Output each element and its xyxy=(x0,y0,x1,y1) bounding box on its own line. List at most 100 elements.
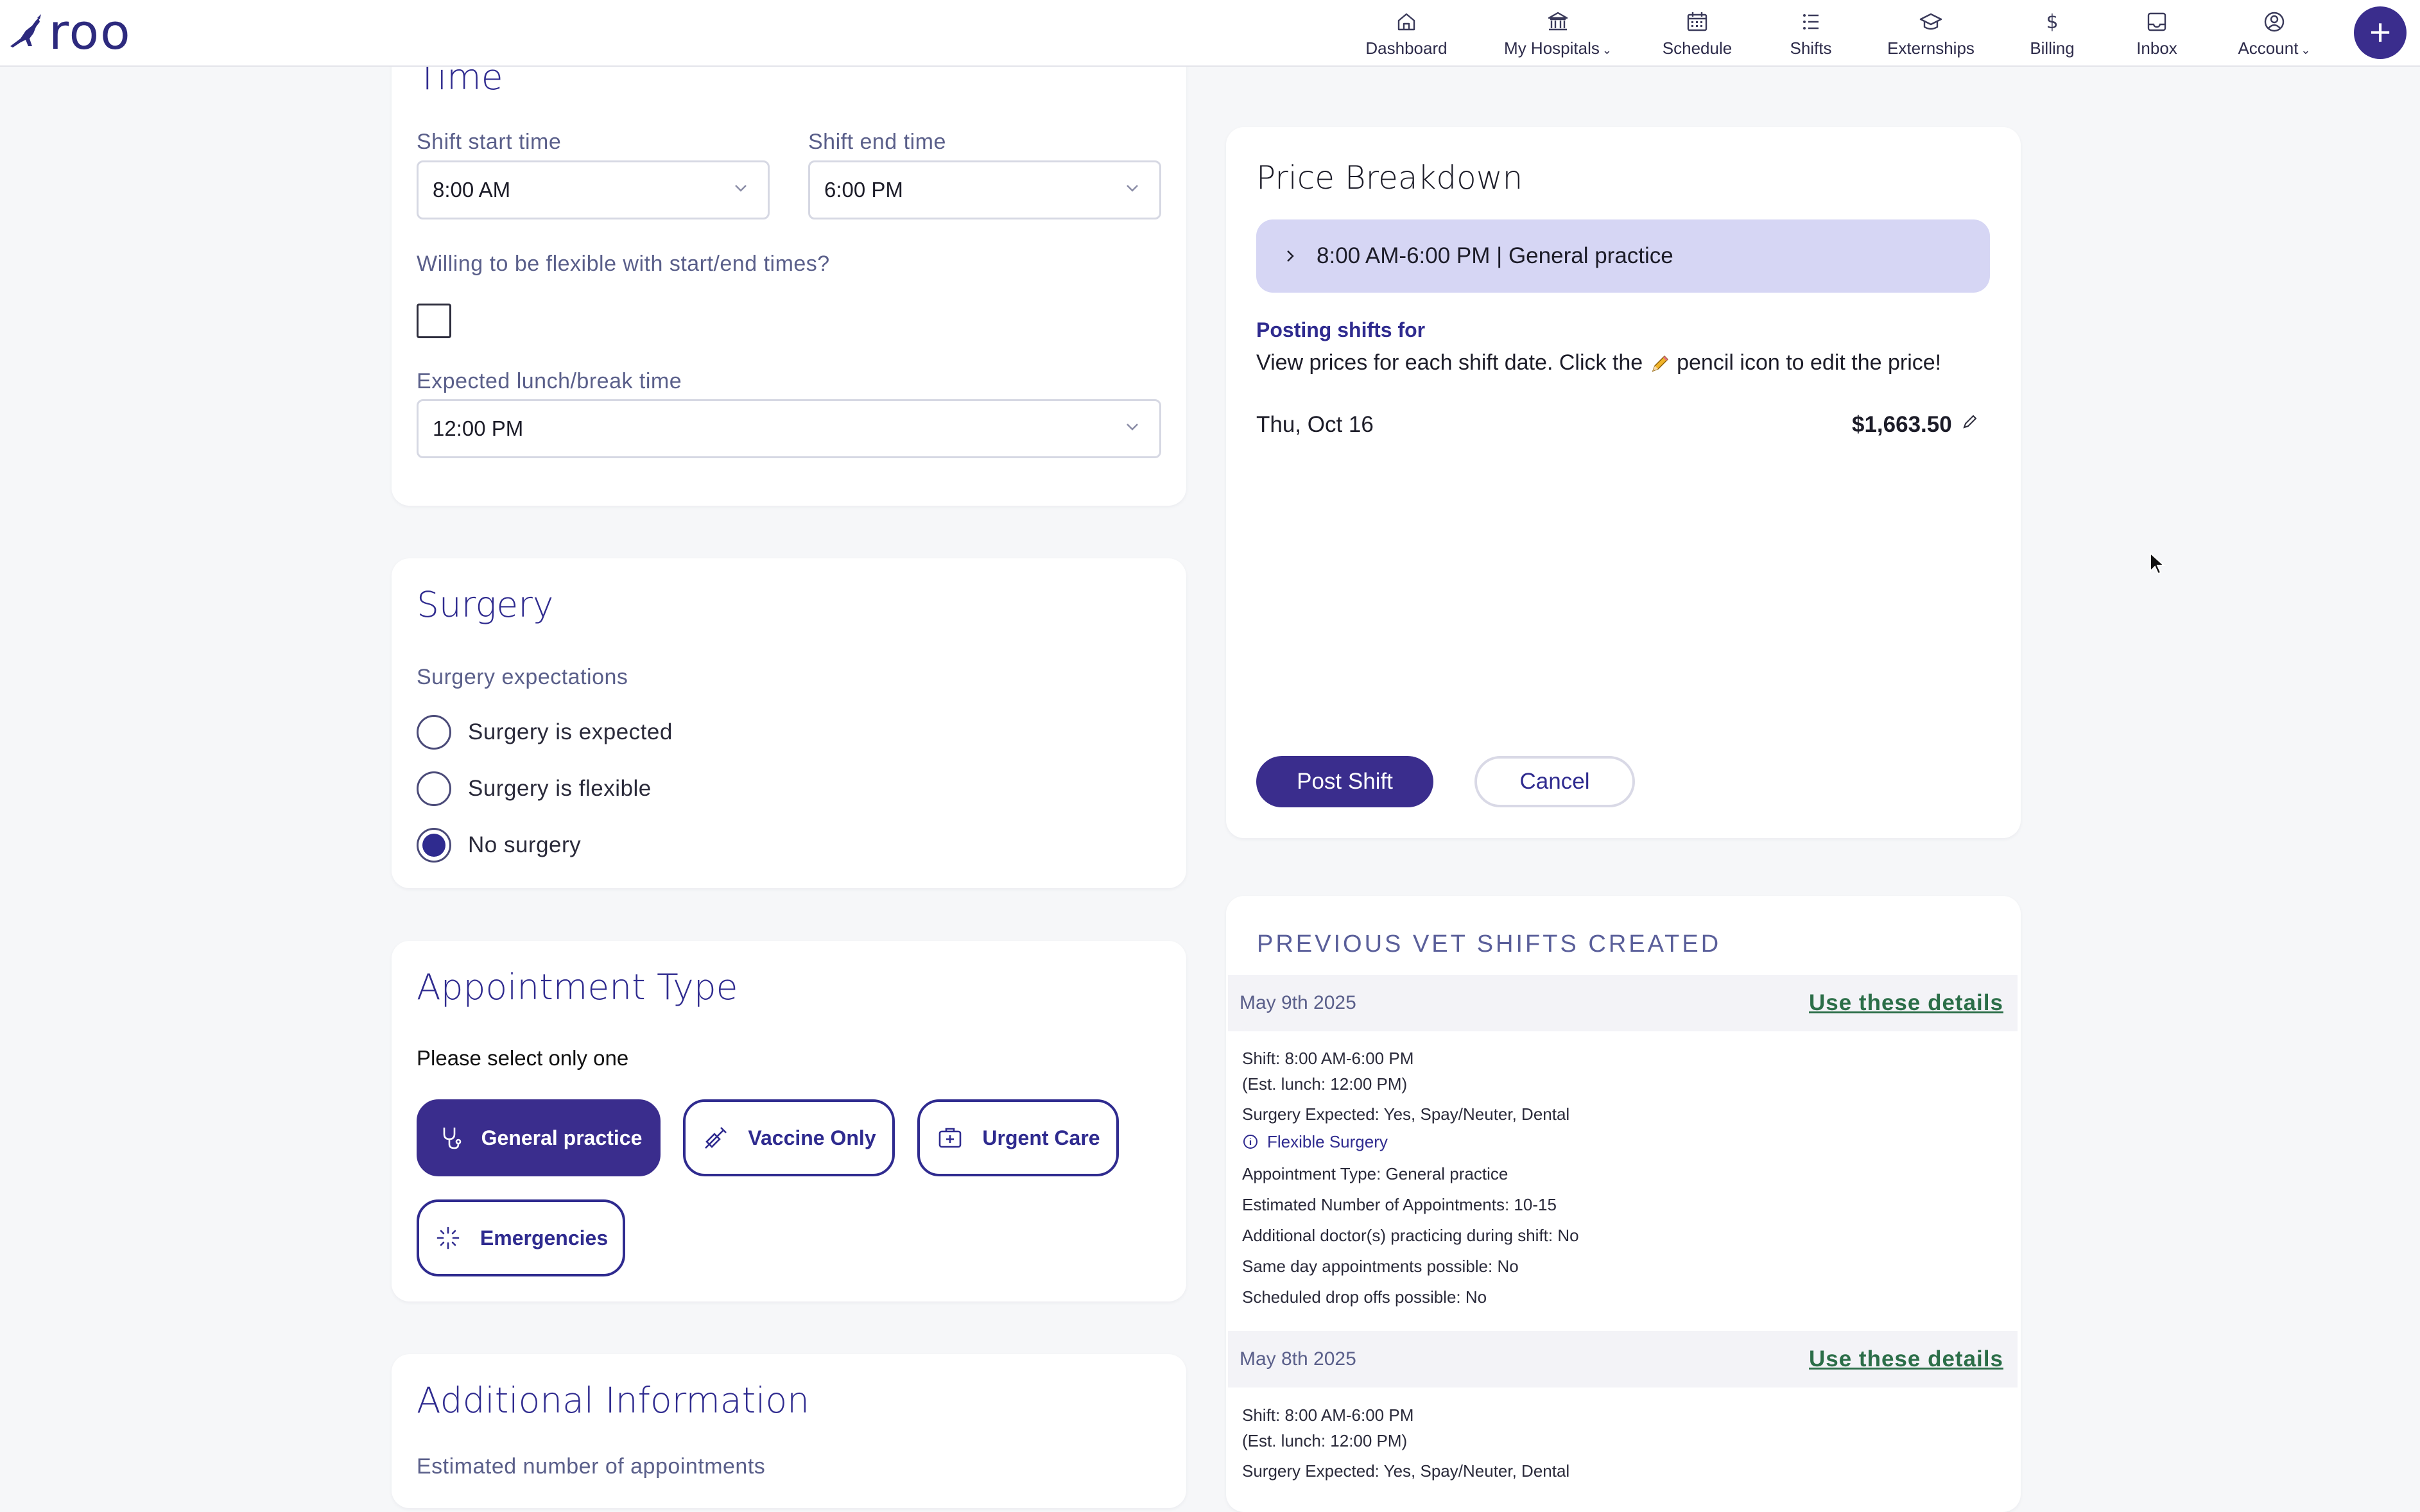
pill-label: Vaccine Only xyxy=(748,1126,876,1149)
shift-date: Thu, Oct 16 xyxy=(1256,412,1374,437)
detail-surgery: Surgery Expected: Yes, Spay/Neuter, Dent… xyxy=(1242,1461,1570,1481)
surgery-expectations-label: Surgery expectations xyxy=(417,665,628,689)
chevron-down-icon xyxy=(1127,424,1138,431)
detail-estimated: Estimated Number of Appointments: 10-15 xyxy=(1242,1195,1557,1214)
chevron-right-icon xyxy=(1287,250,1294,262)
appointment-urgent-care[interactable]: Urgent Care xyxy=(917,1099,1119,1176)
info-icon xyxy=(1243,1135,1258,1149)
radio-no-surgery[interactable]: No surgery xyxy=(417,828,581,863)
surgery-section-title: Surgery xyxy=(417,584,554,625)
shift-price: $1,663.50 xyxy=(1852,412,1952,437)
radio-button[interactable] xyxy=(417,771,451,806)
detail-surgery: Surgery Expected: Yes, Spay/Neuter, Dent… xyxy=(1242,1104,1570,1124)
detail-additional-doctors: Additional doctor(s) practicing during s… xyxy=(1242,1226,1579,1245)
flexible-times-checkbox[interactable] xyxy=(417,304,451,338)
chevron-down-icon xyxy=(1127,185,1138,192)
lunch-label: Expected lunch/break time xyxy=(417,369,682,393)
top-navigation-bar: roo Dashboard My Hospitals ⌄ Schedule Shi… xyxy=(0,0,2420,67)
nav-schedule-label: Schedule xyxy=(1662,38,1733,58)
emergency-sparkle-icon xyxy=(436,1226,460,1250)
detail-same-day: Same day appointments possible: No xyxy=(1242,1257,1519,1276)
nav-externships-label: Externships xyxy=(1887,38,1975,58)
radio-surgery-flexible[interactable]: Surgery is flexible xyxy=(417,771,652,806)
nav-dashboard-label: Dashboard xyxy=(1365,38,1448,58)
edit-pencil-icon[interactable] xyxy=(1960,412,1980,431)
chevron-down-icon: ⌄ xyxy=(1602,43,1612,56)
lunch-value: 12:00 PM xyxy=(433,417,524,440)
shift-end-label: Shift end time xyxy=(808,130,946,154)
nav-shifts-label: Shifts xyxy=(1790,38,1832,58)
detail-shift: Shift: 8:00 AM-6:00 PM xyxy=(1242,1049,1414,1068)
nav-externships[interactable]: Externships xyxy=(1881,0,1981,67)
roo-logo[interactable]: roo xyxy=(6,6,160,58)
radio-label: Surgery is expected xyxy=(468,719,673,744)
use-these-details-link[interactable]: Use these details xyxy=(1809,990,2003,1016)
graduation-cap-icon xyxy=(1919,13,1942,30)
lunch-select[interactable]: 12:00 PM xyxy=(417,399,1161,458)
nav-my-hospitals-label: My Hospitals xyxy=(1504,38,1600,58)
appointment-emergencies[interactable]: Emergencies xyxy=(417,1199,625,1276)
detail-shift: Shift: 8:00 AM-6:00 PM xyxy=(1242,1405,1414,1425)
shift-accordion[interactable]: 8:00 AM-6:00 PM | General practice xyxy=(1256,219,1990,293)
inbox-icon xyxy=(2147,12,2166,31)
appointment-vaccine-only[interactable]: Vaccine Only xyxy=(683,1099,895,1176)
pill-label: Urgent Care xyxy=(982,1126,1100,1149)
nav-my-hospitals[interactable]: My Hospitals ⌄ xyxy=(1497,0,1619,67)
appointment-section-title: Appointment Type xyxy=(417,966,738,1008)
detail-appointment-type: Appointment Type: General practice xyxy=(1242,1164,1508,1183)
radio-button[interactable] xyxy=(417,828,451,863)
shift-start-select[interactable]: 8:00 AM xyxy=(417,160,770,219)
appointment-general-practice[interactable]: General practice xyxy=(417,1099,661,1176)
nav-account-label: Account xyxy=(2238,38,2299,58)
detail-flexible-surgery: Flexible Surgery xyxy=(1267,1132,1388,1151)
post-shift-button[interactable]: Post Shift xyxy=(1256,756,1433,807)
chevron-down-icon: ⌄ xyxy=(2301,43,2311,56)
home-icon xyxy=(1397,13,1415,30)
nav-inbox[interactable]: Inbox xyxy=(2129,0,2185,67)
dollar-icon: $ xyxy=(2046,11,2058,33)
pencil-emoji-icon xyxy=(1652,356,1668,372)
detail-drop-offs: Scheduled drop offs possible: No xyxy=(1242,1287,1487,1307)
use-these-details-link[interactable]: Use these details xyxy=(1809,1346,2003,1372)
detail-lunch: (Est. lunch: 12:00 PM) xyxy=(1242,1074,1408,1094)
hospital-icon xyxy=(1548,12,1568,30)
shift-start-label: Shift start time xyxy=(417,130,562,154)
flexible-times-label: Willing to be flexible with start/end ti… xyxy=(417,252,830,276)
price-breakdown-title: Price Breakdown xyxy=(1256,159,1523,196)
additional-section-title: Additional Information xyxy=(417,1380,809,1421)
posting-shifts-for: Posting shifts for xyxy=(1256,318,1426,341)
shift-end-value: 6:00 PM xyxy=(824,178,903,202)
add-shift-button[interactable]: + xyxy=(2354,6,2407,59)
pill-label: Emergencies xyxy=(480,1226,609,1250)
radio-label: Surgery is flexible xyxy=(468,776,652,801)
radio-surgery-expected[interactable]: Surgery is expected xyxy=(417,715,673,750)
kangaroo-icon xyxy=(10,14,41,47)
nav-account[interactable]: Account ⌄ xyxy=(2229,0,2320,67)
nav-dashboard[interactable]: Dashboard xyxy=(1360,0,1453,67)
previous-shifts-title: PREVIOUS VET SHIFTS CREATED xyxy=(1257,931,1722,958)
first-aid-icon xyxy=(939,1128,962,1148)
syringe-icon xyxy=(705,1127,727,1149)
chevron-down-icon xyxy=(735,185,747,192)
mouse-cursor-icon xyxy=(2150,552,2166,575)
plus-icon: + xyxy=(2369,12,2391,53)
posting-description-end: pencil icon to edit the price! xyxy=(1670,350,1942,375)
radio-button[interactable] xyxy=(417,715,451,750)
list-icon xyxy=(1803,13,1819,30)
nav-billing[interactable]: $ Billing xyxy=(2022,0,2082,67)
posting-description: View prices for each shift date. Click t… xyxy=(1256,350,1941,375)
detail-lunch: (Est. lunch: 12:00 PM) xyxy=(1242,1431,1408,1450)
nav-schedule[interactable]: Schedule xyxy=(1657,0,1737,67)
user-circle-icon xyxy=(2264,12,2285,31)
posting-description-start: View prices for each shift date. Click t… xyxy=(1256,350,1649,375)
nav-shifts[interactable]: Shifts xyxy=(1781,0,1841,67)
nav-billing-label: Billing xyxy=(2030,38,2075,58)
estimated-appointments-label: Estimated number of appointments xyxy=(417,1454,766,1479)
shift-start-value: 8:00 AM xyxy=(433,178,511,202)
shift-end-select[interactable]: 6:00 PM xyxy=(808,160,1161,219)
additional-info-card xyxy=(392,1354,1186,1508)
cancel-button[interactable]: Cancel xyxy=(1474,756,1635,807)
previous-entry-date: May 9th 2025 xyxy=(1240,992,1356,1013)
previous-entry-date: May 8th 2025 xyxy=(1240,1348,1356,1370)
accordion-label: 8:00 AM-6:00 PM | General practice xyxy=(1317,243,1673,268)
